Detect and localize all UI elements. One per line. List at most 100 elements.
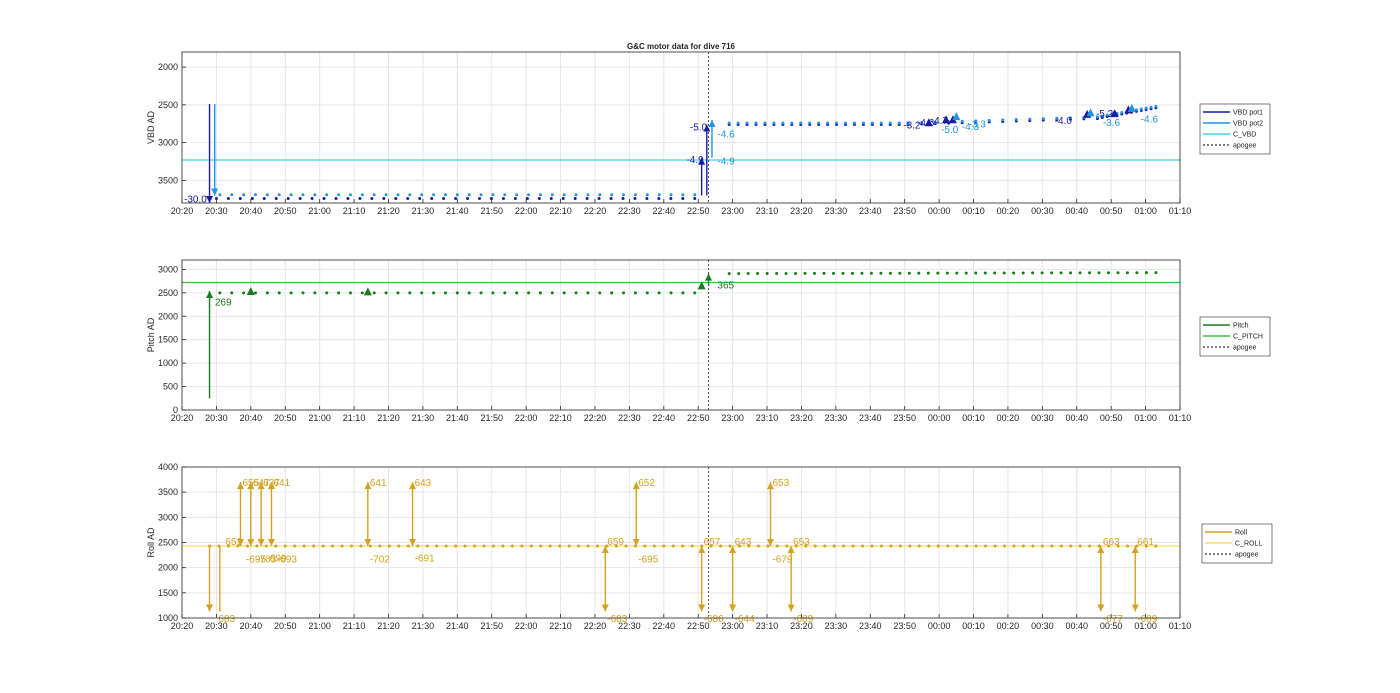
y-tick-label: 500 <box>163 382 178 392</box>
data-point <box>348 291 352 295</box>
x-tick-label: 00:50 <box>1100 206 1123 216</box>
data-point <box>378 544 382 548</box>
data-point <box>926 271 930 275</box>
value-annotation: -3.3 <box>969 120 987 131</box>
data-point <box>826 121 830 125</box>
data-point <box>643 544 647 548</box>
data-point <box>785 544 789 548</box>
data-point <box>310 196 314 200</box>
panel-3: 20:20 20:30 20:40 20:50 21:00 21:10 21:20 21:30… <box>146 462 1273 631</box>
data-point <box>728 544 732 548</box>
legend-entry: Roll <box>1235 530 1248 537</box>
data-point <box>822 271 826 275</box>
panel-2: 20:20 20:30 20:40 20:50 21:00 21:10 21:20 21:30… <box>146 259 1271 423</box>
data-point <box>817 121 821 125</box>
data-point <box>737 272 741 276</box>
data-point <box>454 544 458 548</box>
data-point <box>435 544 439 548</box>
data-point <box>766 544 770 548</box>
data-point <box>331 544 335 548</box>
x-tick-label: 22:20 <box>584 206 607 216</box>
data-point <box>946 544 950 548</box>
y-tick-label: 2500 <box>158 538 178 548</box>
data-point <box>467 291 471 295</box>
data-point <box>397 544 401 548</box>
data-point <box>597 196 601 200</box>
x-tick-label: 23:50 <box>893 206 916 216</box>
data-point <box>813 544 817 548</box>
legend-entry: apogee <box>1233 143 1256 150</box>
value-annotation: 643 <box>415 478 432 489</box>
data-point <box>622 291 626 295</box>
data-point <box>467 193 471 197</box>
data-point <box>454 196 458 200</box>
data-point <box>408 193 412 197</box>
data-point <box>515 193 519 197</box>
data-point <box>772 121 776 125</box>
x-tick-label: 23:10 <box>756 621 779 631</box>
data-point <box>1050 544 1054 548</box>
data-point <box>784 271 788 275</box>
y-tick-label: 1000 <box>158 358 178 368</box>
y-axis-label: VBD AD <box>146 110 156 144</box>
x-tick-label: 20:20 <box>171 206 194 216</box>
x-tick-label: 23:00 <box>721 413 744 423</box>
data-point <box>727 121 731 125</box>
data-point <box>513 196 517 200</box>
data-point <box>277 193 281 197</box>
x-tick-label: 23:30 <box>825 621 848 631</box>
data-point <box>888 121 892 125</box>
data-point <box>852 121 856 125</box>
data-point <box>835 121 839 125</box>
data-point <box>538 291 542 295</box>
y-axis-label: Roll AD <box>146 527 156 558</box>
data-point <box>657 193 661 197</box>
value-annotation: -644 <box>735 614 755 625</box>
data-point <box>823 544 827 548</box>
data-point <box>245 544 249 548</box>
data-point <box>775 544 779 548</box>
data-point <box>586 544 590 548</box>
data-point <box>1040 544 1044 548</box>
value-annotation: -702 <box>370 555 390 566</box>
data-point <box>479 291 483 295</box>
data-point <box>242 193 246 197</box>
data-point <box>879 121 883 125</box>
x-tick-label: 21:10 <box>343 413 366 423</box>
x-tick-label: 21:00 <box>308 413 331 423</box>
y-tick-label: 3000 <box>158 138 178 148</box>
data-point <box>1021 544 1025 548</box>
data-point <box>585 196 589 200</box>
data-point <box>984 544 988 548</box>
y-tick-label: 3500 <box>158 487 178 497</box>
data-point <box>387 544 391 548</box>
data-point <box>831 271 835 275</box>
value-annotation: -5.0 <box>690 123 708 134</box>
data-point <box>974 544 978 548</box>
x-tick-label: 00:00 <box>928 413 951 423</box>
data-point <box>610 193 614 197</box>
data-point <box>841 271 845 275</box>
data-point <box>633 196 637 200</box>
data-point <box>562 193 566 197</box>
data-point <box>527 193 531 197</box>
legend-entry: Pitch <box>1233 323 1249 330</box>
data-point <box>754 121 758 125</box>
data-point <box>348 193 352 197</box>
data-point <box>598 193 602 197</box>
data-point <box>255 544 259 548</box>
data-point <box>394 196 398 200</box>
data-point <box>302 544 306 548</box>
data-point <box>1014 118 1018 122</box>
data-point <box>334 196 338 200</box>
data-point <box>432 193 436 197</box>
data-point <box>1154 544 1158 548</box>
data-point <box>527 291 531 295</box>
x-tick-label: 01:10 <box>1169 413 1192 423</box>
data-point <box>406 196 410 200</box>
data-point <box>548 544 552 548</box>
data-point <box>313 291 317 295</box>
data-point <box>633 291 637 295</box>
value-annotation: -689 <box>1137 614 1157 625</box>
data-point <box>586 193 590 197</box>
